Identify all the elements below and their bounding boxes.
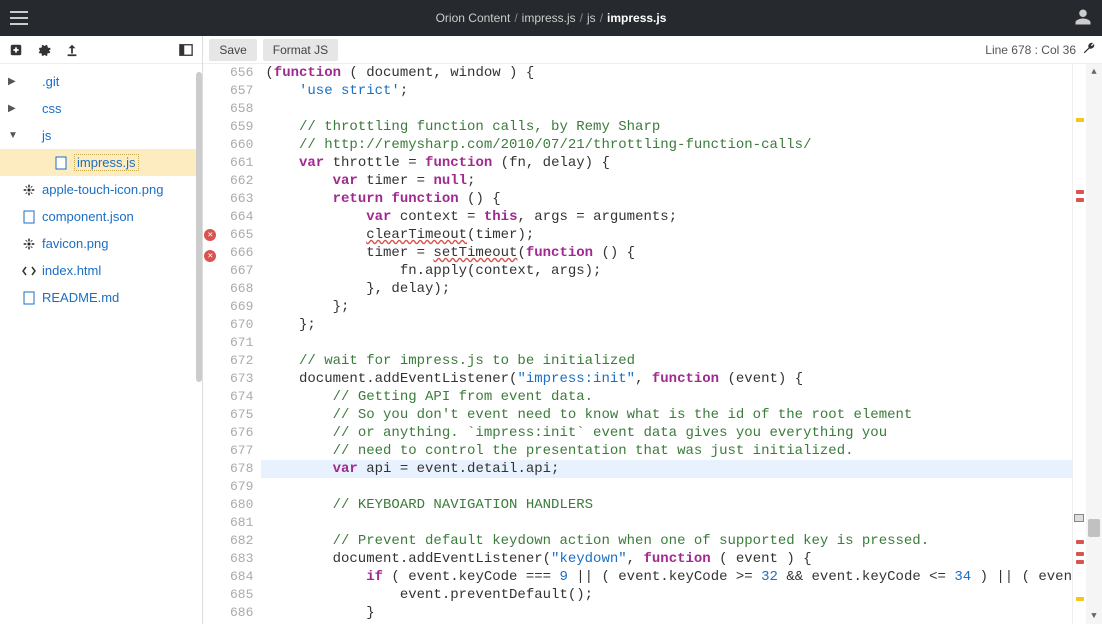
code-line[interactable]: timer = setTimeout(function () { xyxy=(261,244,1072,262)
tree-item-label: js xyxy=(42,128,51,143)
code-line[interactable]: document.addEventListener("keydown", fun… xyxy=(261,550,1072,568)
code-line[interactable]: }; xyxy=(261,316,1072,334)
error-annotation-icon[interactable]: ✕ xyxy=(204,250,216,262)
editor-toolbar: Save Format JS Line 678 : Col 36 xyxy=(203,36,1102,64)
tree-item-label: apple-touch-icon.png xyxy=(42,182,163,197)
code-line[interactable]: // need to control the presentation that… xyxy=(261,442,1072,460)
code-line[interactable]: // Getting API from event data. xyxy=(261,388,1072,406)
tree-item-readme-md[interactable]: README.md xyxy=(0,284,202,311)
breadcrumb-segment[interactable]: Orion Content xyxy=(436,11,511,25)
tree-item--git[interactable]: ▶.git xyxy=(0,68,202,95)
code-line[interactable]: fn.apply(context, args); xyxy=(261,262,1072,280)
code-line[interactable]: } xyxy=(261,604,1072,622)
tree-item-label: .git xyxy=(42,74,59,89)
scroll-down-arrow[interactable]: ▼ xyxy=(1086,608,1102,624)
code-line[interactable]: 'use strict'; xyxy=(261,82,1072,100)
code-line[interactable]: // http://remysharp.com/2010/07/21/throt… xyxy=(261,136,1072,154)
file-navigator: ▶.git▶css▼js impress.js apple-touch-icon.p… xyxy=(0,36,203,624)
tree-item-label: index.html xyxy=(42,263,101,278)
tree-item-impress-js[interactable]: impress.js xyxy=(0,149,202,176)
breadcrumb-current: impress.js xyxy=(607,11,666,25)
new-file-icon[interactable] xyxy=(8,42,24,58)
tree-item-css[interactable]: ▶css xyxy=(0,95,202,122)
tree-item-js[interactable]: ▼js xyxy=(0,122,202,149)
vertical-scrollbar[interactable]: ▲ ▼ xyxy=(1086,64,1102,624)
tree-item-label: README.md xyxy=(42,290,119,305)
tree-item-label: favicon.png xyxy=(42,236,109,251)
code-editor[interactable]: ✕✕ 6566576586596606616626636646656666676… xyxy=(203,64,1102,624)
code-line[interactable] xyxy=(261,478,1072,496)
tree-item-component-json[interactable]: component.json xyxy=(0,203,202,230)
save-button[interactable]: Save xyxy=(209,39,256,61)
code-line[interactable] xyxy=(261,514,1072,532)
top-bar: Orion Content/ impress.js/ js/ impress.j… xyxy=(0,0,1102,36)
cursor-position: Line 678 : Col 36 xyxy=(985,43,1076,57)
tree-item-apple-touch-icon-png[interactable]: apple-touch-icon.png xyxy=(0,176,202,203)
editor-pane: Save Format JS Line 678 : Col 36 ✕✕ 6566… xyxy=(203,36,1102,624)
ruler-error-mark[interactable] xyxy=(1076,560,1084,564)
code-line[interactable]: if ( event.keyCode === 9 || ( event.keyC… xyxy=(261,568,1072,586)
tree-item-index-html[interactable]: index.html xyxy=(0,257,202,284)
ruler-warning-mark[interactable] xyxy=(1076,118,1084,122)
code-line[interactable]: var throttle = function (fn, delay) { xyxy=(261,154,1072,172)
code-line[interactable] xyxy=(261,334,1072,352)
code-line[interactable]: var context = this, args = arguments; xyxy=(261,208,1072,226)
error-annotation-icon[interactable]: ✕ xyxy=(204,229,216,241)
sidebar-toolbar xyxy=(0,36,202,64)
gear-icon[interactable] xyxy=(36,42,52,58)
wrench-icon[interactable] xyxy=(1082,41,1096,58)
code-line[interactable]: }, delay); xyxy=(261,280,1072,298)
file-tree: ▶.git▶css▼js impress.js apple-touch-icon.p… xyxy=(0,64,202,624)
ruler-error-mark[interactable] xyxy=(1076,552,1084,556)
code-line[interactable]: // wait for impress.js to be initialized xyxy=(261,352,1072,370)
code-line[interactable]: event.preventDefault(); xyxy=(261,586,1072,604)
line-number-gutter: 6566576586596606616626636646656666676686… xyxy=(217,64,261,624)
code-line[interactable]: // KEYBOARD NAVIGATION HANDLERS xyxy=(261,496,1072,514)
scroll-up-arrow[interactable]: ▲ xyxy=(1086,64,1102,80)
breadcrumb-segment[interactable]: js xyxy=(587,11,596,25)
code-line[interactable]: return function () { xyxy=(261,190,1072,208)
code-line[interactable] xyxy=(261,100,1072,118)
code-line[interactable]: document.addEventListener("impress:init"… xyxy=(261,370,1072,388)
code-line[interactable]: clearTimeout(timer); xyxy=(261,226,1072,244)
upload-icon[interactable] xyxy=(64,42,80,58)
tree-item-label: css xyxy=(42,101,62,116)
tree-item-label: impress.js xyxy=(74,154,139,171)
scrollbar-thumb[interactable] xyxy=(196,72,202,382)
format-button[interactable]: Format JS xyxy=(263,39,338,61)
code-line[interactable]: (function ( document, window ) { xyxy=(261,64,1072,82)
ruler-error-mark[interactable] xyxy=(1076,190,1084,194)
code-line[interactable]: var api = event.detail.api; xyxy=(261,460,1072,478)
code-line[interactable]: }; xyxy=(261,298,1072,316)
toggle-sidebar-icon[interactable] xyxy=(178,42,194,58)
ruler-error-mark[interactable] xyxy=(1076,540,1084,544)
annotation-gutter: ✕✕ xyxy=(203,64,217,624)
breadcrumb-segment[interactable]: impress.js xyxy=(522,11,576,25)
code-line[interactable]: // Prevent default keydown action when o… xyxy=(261,532,1072,550)
ruler-viewport-indicator[interactable] xyxy=(1074,514,1084,522)
code-line[interactable]: // or anything. `impress:init` event dat… xyxy=(261,424,1072,442)
scrollbar-thumb[interactable] xyxy=(1088,519,1100,537)
tree-item-favicon-png[interactable]: favicon.png xyxy=(0,230,202,257)
ruler-error-mark[interactable] xyxy=(1076,198,1084,202)
menu-icon[interactable] xyxy=(10,11,28,25)
code-content[interactable]: (function ( document, window ) { 'use st… xyxy=(261,64,1072,624)
code-line[interactable]: // throttling function calls, by Remy Sh… xyxy=(261,118,1072,136)
tree-item-label: component.json xyxy=(42,209,134,224)
user-icon[interactable] xyxy=(1074,8,1092,29)
code-line[interactable]: var timer = null; xyxy=(261,172,1072,190)
code-line[interactable]: // So you don't event need to know what … xyxy=(261,406,1072,424)
ruler-warning-mark[interactable] xyxy=(1076,597,1084,601)
overview-ruler[interactable] xyxy=(1072,64,1086,624)
breadcrumb: Orion Content/ impress.js/ js/ impress.j… xyxy=(436,11,667,25)
